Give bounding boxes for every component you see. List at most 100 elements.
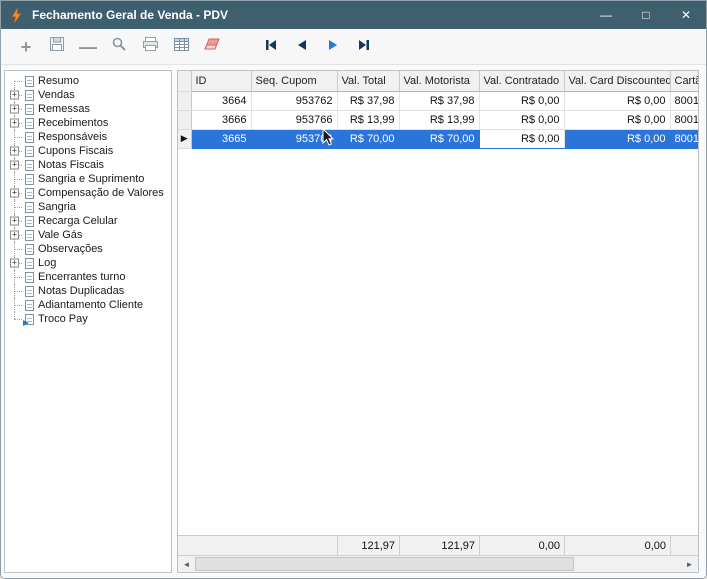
tree-item-label: Troco Pay [38, 313, 88, 325]
table-row[interactable]: 3666 953766 R$ 13,99 R$ 13,99 R$ 0,00 R$… [178, 110, 698, 130]
tree-item-responsaveis[interactable]: Responsáveis [8, 130, 171, 144]
cell-val-card-discounted[interactable]: R$ 0,00 [564, 91, 671, 111]
total-val-card-discounted: 0,00 [564, 536, 670, 555]
tree-item-compensacao-de-valores[interactable]: + Compensação de Valores [8, 186, 171, 200]
scrollbar-thumb[interactable] [195, 557, 575, 571]
tree-item-remessas[interactable]: + Remessas [8, 102, 171, 116]
minimize-button[interactable]: — [586, 1, 626, 29]
cell-seq-cupom[interactable]: 953766 [251, 110, 338, 130]
expand-plus-icon[interactable]: + [10, 118, 19, 128]
document-icon [25, 89, 34, 101]
scroll-left-icon[interactable]: ◄ [178, 556, 195, 572]
total-val-contratado: 0,00 [479, 536, 564, 555]
column-header-val-total[interactable]: Val. Total [337, 71, 400, 92]
cell-val-card-discounted[interactable]: R$ 0,00 [564, 129, 671, 149]
nav-next-button[interactable] [320, 34, 346, 60]
add-button[interactable]: + [13, 34, 39, 60]
expand-plus-icon[interactable]: + [10, 230, 19, 240]
nav-prev-button[interactable] [289, 34, 315, 60]
expand-plus-icon[interactable]: + [10, 160, 19, 170]
total-val-total: 121,97 [337, 536, 399, 555]
cell-cartao[interactable]: 8001 [670, 91, 698, 111]
cell-val-motorista[interactable]: R$ 13,99 [399, 110, 480, 130]
expand-plus-icon[interactable]: + [10, 258, 19, 268]
document-icon [25, 75, 34, 87]
column-header-val-motorista[interactable]: Val. Motorista [399, 71, 480, 92]
cell-val-contratado[interactable]: R$ 0,00 [479, 110, 565, 130]
print-button[interactable] [137, 34, 163, 60]
save-button[interactable] [44, 34, 70, 60]
document-icon [25, 215, 34, 227]
scrollbar-track[interactable] [195, 556, 681, 572]
tree-item-vale-gas[interactable]: + Vale Gás [8, 228, 171, 242]
tree-item-adiantamento-cliente[interactable]: Adiantamento Cliente [8, 298, 171, 312]
row-indicator-icon: ▶ [180, 133, 188, 143]
delete-button[interactable]: — [75, 34, 101, 60]
table-row-selected[interactable]: ▶ 3665 953764 R$ 70,00 R$ 70,00 R$ 0,00 … [178, 129, 698, 149]
tree-item-label: Sangria e Suprimento [38, 173, 145, 185]
grid-view-button[interactable] [168, 34, 194, 60]
expand-plus-icon[interactable]: + [10, 146, 19, 156]
nav-first-icon [264, 38, 278, 56]
cell-val-total[interactable]: R$ 13,99 [337, 110, 400, 130]
data-grid: ID Seq. Cupom Val. Total Val. Motorista … [178, 71, 698, 149]
cell-val-motorista[interactable]: R$ 37,98 [399, 91, 480, 111]
expand-plus-icon[interactable]: + [10, 216, 19, 226]
tree-item-sangria[interactable]: Sangria [8, 200, 171, 214]
column-header-cartao[interactable]: Cartã [670, 71, 698, 92]
cell-id[interactable]: 3664 [191, 91, 252, 111]
close-button[interactable]: ✕ [666, 1, 706, 29]
tree-item-recarga-celular[interactable]: + Recarga Celular [8, 214, 171, 228]
tree-item-label: Vale Gás [38, 229, 83, 241]
document-icon [25, 243, 34, 255]
expand-plus-icon[interactable]: + [10, 188, 19, 198]
tree-item-label: Encerrantes turno [38, 271, 126, 283]
cell-cartao[interactable]: 8001 [670, 110, 698, 130]
cell-val-motorista[interactable]: R$ 70,00 [399, 129, 480, 149]
cell-val-card-discounted[interactable]: R$ 0,00 [564, 110, 671, 130]
nav-last-button[interactable] [351, 34, 377, 60]
table-icon [173, 37, 190, 57]
table-row[interactable]: 3664 953762 R$ 37,98 R$ 37,98 R$ 0,00 R$… [178, 91, 698, 111]
column-header-seq-cupom[interactable]: Seq. Cupom [251, 71, 338, 92]
cell-seq-cupom[interactable]: 953762 [251, 91, 338, 111]
tree-item-log[interactable]: + Log [8, 256, 171, 270]
tree-item-vendas[interactable]: + Vendas [8, 88, 171, 102]
document-icon [25, 229, 34, 241]
horizontal-scrollbar[interactable]: ◄ ► [178, 555, 698, 572]
tree-item-resumo[interactable]: Resumo [8, 74, 171, 88]
clear-button[interactable] [199, 34, 225, 60]
expand-plus-icon[interactable]: + [10, 104, 19, 114]
tree-item-cupons-fiscais[interactable]: + Cupons Fiscais [8, 144, 171, 158]
expand-plus-icon[interactable]: + [10, 90, 19, 100]
cell-id[interactable]: 3666 [191, 110, 252, 130]
toolbar: + — [1, 29, 706, 65]
cell-cartao[interactable]: 8001 [670, 129, 698, 149]
tree-item-label: Vendas [38, 89, 75, 101]
document-icon [25, 285, 34, 297]
tree-item-encerrantes-turno[interactable]: Encerrantes turno [8, 270, 171, 284]
tree-item-recebimentos[interactable]: + Recebimentos [8, 116, 171, 130]
cell-id[interactable]: 3665 [191, 129, 252, 149]
tree-item-troco-pay[interactable]: Troco Pay [8, 312, 171, 326]
column-header-val-contratado[interactable]: Val. Contratado [479, 71, 565, 92]
tree-item-sangria-e-suprimento[interactable]: Sangria e Suprimento [8, 172, 171, 186]
tree-item-observacoes[interactable]: Observações [8, 242, 171, 256]
tree-item-notas-fiscais[interactable]: + Notas Fiscais [8, 158, 171, 172]
titlebar[interactable]: Fechamento Geral de Venda - PDV — □ ✕ [1, 1, 706, 29]
search-button[interactable] [106, 34, 132, 60]
scroll-right-icon[interactable]: ► [681, 556, 698, 572]
grid-corner [178, 71, 192, 92]
cell-val-contratado[interactable]: R$ 0,00 [479, 129, 565, 149]
save-icon [49, 36, 65, 57]
maximize-button[interactable]: □ [626, 1, 666, 29]
column-header-val-card-discounted[interactable]: Val. Card Discounted [564, 71, 671, 92]
cell-val-contratado[interactable]: R$ 0,00 [479, 91, 565, 111]
cell-val-total[interactable]: R$ 70,00 [337, 129, 400, 149]
nav-first-button[interactable] [258, 34, 284, 60]
tree-item-notas-duplicadas[interactable]: Notas Duplicadas [8, 284, 171, 298]
document-icon [25, 201, 34, 213]
cell-seq-cupom[interactable]: 953764 [251, 129, 338, 149]
column-header-id[interactable]: ID [191, 71, 252, 92]
cell-val-total[interactable]: R$ 37,98 [337, 91, 400, 111]
